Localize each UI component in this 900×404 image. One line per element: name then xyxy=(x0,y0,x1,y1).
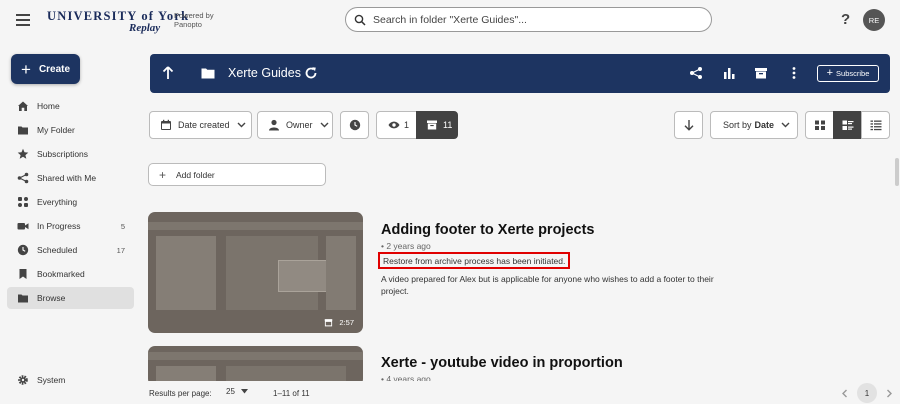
session-title[interactable]: Xerte - youtube video in proportion xyxy=(381,355,623,371)
folder-icon xyxy=(18,294,28,303)
sidebar-item-home[interactable]: Home xyxy=(7,95,134,117)
gear-icon xyxy=(18,375,28,385)
arrow-down-icon xyxy=(684,120,693,131)
more-vertical-icon[interactable] xyxy=(787,66,801,80)
thumbnail-panel xyxy=(156,236,216,310)
list-view-icon xyxy=(870,120,881,131)
detail-view-button[interactable] xyxy=(833,111,862,139)
clock-icon xyxy=(349,119,360,131)
hamburger-menu-icon[interactable] xyxy=(14,12,32,28)
help-icon[interactable]: ? xyxy=(841,11,850,28)
sort-direction-button[interactable] xyxy=(674,111,703,139)
logo-wordmark: UNIVERSITY of York xyxy=(47,9,190,23)
in-progress-count: 5 xyxy=(120,221,125,231)
arrow-up-icon[interactable] xyxy=(162,66,174,80)
chevron-right-icon[interactable] xyxy=(886,389,893,398)
thumbnail-toolbar xyxy=(148,352,363,360)
owner-filter[interactable]: Owner xyxy=(257,111,333,139)
user-avatar[interactable]: RE xyxy=(863,9,885,31)
sidebar: + Create Home My Folder Subscriptions Sh… xyxy=(0,40,140,404)
duration-filter[interactable] xyxy=(340,111,369,139)
session-age: • 2 years ago xyxy=(381,241,431,251)
sort-by-dropdown[interactable]: Sort by Date xyxy=(710,111,798,139)
folder-icon xyxy=(18,126,28,135)
date-created-filter[interactable]: Date created xyxy=(149,111,252,139)
archive-icon xyxy=(427,120,437,130)
session-thumbnail[interactable]: 2:57 xyxy=(148,212,363,333)
search-input[interactable] xyxy=(373,13,693,26)
archive-icon xyxy=(325,319,333,327)
sidebar-item-bookmarked[interactable]: Bookmarked xyxy=(7,263,134,285)
sidebar-item-in-progress[interactable]: In Progress 5 xyxy=(7,215,134,237)
archived-filter[interactable]: 11 xyxy=(416,111,458,139)
grid-view-icon xyxy=(814,120,825,130)
duration-badge: 2:57 xyxy=(324,318,354,327)
folder-title: Xerte Guides xyxy=(228,66,301,80)
list-view-button[interactable] xyxy=(861,111,890,139)
grid-view-button[interactable] xyxy=(805,111,834,139)
archive-status-message: Restore from archive process has been in… xyxy=(378,252,571,269)
results-range: 1–11 of 11 xyxy=(273,389,310,398)
top-bar: UNIVERSITY of York Replay Powered by Pan… xyxy=(0,0,900,40)
thumbnail-panel xyxy=(326,236,356,310)
person-icon xyxy=(269,119,279,131)
folder-header: Xerte Guides + Subscribe xyxy=(150,54,890,93)
session-description: A video prepared for Alex but is applica… xyxy=(381,274,714,296)
search-icon xyxy=(354,14,366,26)
grid-icon xyxy=(18,197,28,207)
results-per-page-label: Results per page: xyxy=(149,389,212,398)
refresh-icon[interactable] xyxy=(304,66,318,80)
results-per-page-select[interactable]: 25 xyxy=(226,387,248,396)
session-thumbnail[interactable] xyxy=(148,346,363,386)
thumbnail-dialog xyxy=(278,260,330,292)
chevron-down-icon xyxy=(320,122,329,128)
folder-icon xyxy=(201,68,215,79)
plus-icon: + xyxy=(21,59,31,79)
archive-icon[interactable] xyxy=(754,66,768,80)
scrollbar[interactable] xyxy=(895,158,899,186)
sidebar-item-scheduled[interactable]: Scheduled 17 xyxy=(7,239,134,261)
powered-by: Powered by Panopto xyxy=(174,11,214,29)
viewed-filter[interactable]: 1 xyxy=(376,111,417,139)
sidebar-item-system[interactable]: System xyxy=(7,369,134,391)
page-button-current[interactable]: 1 xyxy=(857,383,877,403)
university-logo[interactable]: UNIVERSITY of York Replay xyxy=(47,5,188,35)
share-icon[interactable] xyxy=(689,66,703,80)
home-icon xyxy=(18,101,28,111)
sidebar-item-shared[interactable]: Shared with Me xyxy=(7,167,134,189)
subscribe-button[interactable]: + Subscribe xyxy=(817,65,879,82)
scheduled-count: 17 xyxy=(116,245,125,255)
stats-icon[interactable] xyxy=(722,66,736,80)
sidebar-item-subscriptions[interactable]: Subscriptions xyxy=(7,143,134,165)
caret-down-icon xyxy=(240,389,248,394)
sidebar-item-everything[interactable]: Everything xyxy=(7,191,134,213)
logo-replay: Replay xyxy=(129,22,161,34)
detail-list-icon xyxy=(842,120,853,130)
chevron-down-icon xyxy=(237,122,246,128)
eye-icon xyxy=(388,121,400,129)
add-folder-button[interactable]: + Add folder xyxy=(148,163,326,186)
chevron-left-icon[interactable] xyxy=(841,389,848,398)
search-box[interactable] xyxy=(345,7,712,32)
create-button[interactable]: + Create xyxy=(11,54,80,84)
session-title[interactable]: Adding footer to Xerte projects xyxy=(381,222,595,238)
star-icon xyxy=(17,148,29,159)
video-camera-icon xyxy=(17,223,29,230)
pagination-footer: Results per page: 25 1–11 of 11 1 xyxy=(140,381,900,404)
sidebar-item-browse[interactable]: Browse xyxy=(7,287,134,309)
plus-icon: + xyxy=(159,167,167,182)
share-icon xyxy=(17,172,29,184)
sidebar-item-my-folder[interactable]: My Folder xyxy=(7,119,134,141)
calendar-icon xyxy=(161,119,171,130)
plus-icon: + xyxy=(826,67,834,79)
clock-icon xyxy=(17,244,29,256)
thumbnail-toolbar xyxy=(148,222,363,230)
chevron-down-icon xyxy=(781,122,790,128)
bookmark-icon xyxy=(19,269,27,279)
